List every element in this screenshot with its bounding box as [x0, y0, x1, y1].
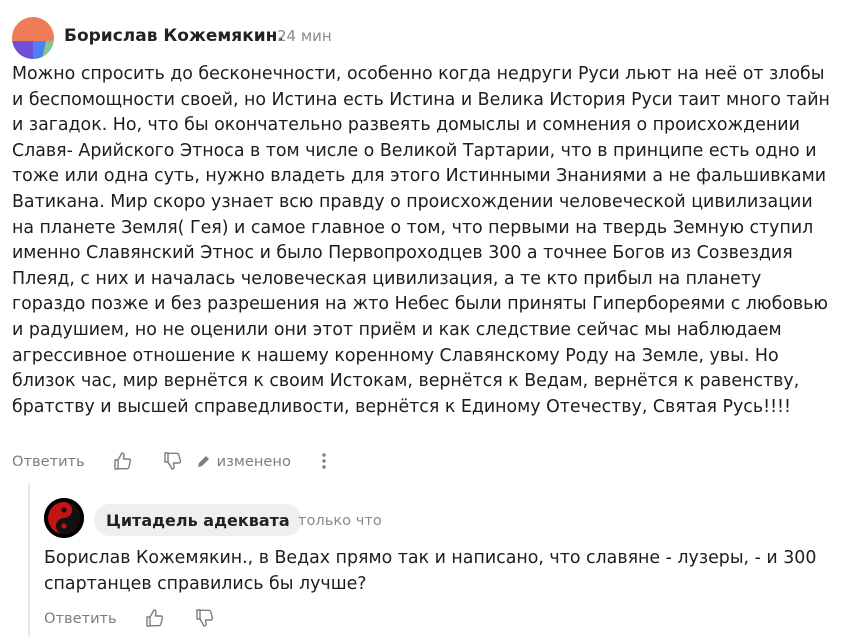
comment-actions: Ответить изменено — [12, 451, 327, 471]
reply-button[interactable]: Ответить — [44, 610, 117, 627]
author-avatar[interactable] — [12, 17, 54, 59]
reply-text: Борислав Кожемякин., в Ведах прямо так и… — [44, 548, 817, 594]
reply-author-name[interactable]: Цитадель адеквата — [94, 504, 302, 536]
reply-thread-line — [28, 483, 30, 637]
reply-time: только что — [298, 512, 382, 529]
more-vertical-icon[interactable] — [321, 452, 327, 470]
comment-text: Можно спросить до бесконечности, особенн… — [12, 64, 830, 417]
thumbs-down-icon[interactable] — [163, 451, 183, 471]
comment-time: 24 мин — [277, 27, 332, 45]
edited-indicator: изменено — [197, 453, 291, 470]
edited-label: изменено — [216, 452, 291, 470]
thumbs-up-icon[interactable] — [145, 608, 165, 628]
pencil-icon — [197, 454, 211, 468]
reply-author-avatar[interactable] — [44, 498, 84, 538]
reply-actions: Ответить — [44, 608, 215, 628]
thumbs-up-icon[interactable] — [113, 451, 133, 471]
author-name[interactable]: Борислав Кожемякин. — [64, 26, 284, 46]
reply-button[interactable]: Ответить — [12, 453, 85, 470]
thumbs-down-icon[interactable] — [195, 608, 215, 628]
